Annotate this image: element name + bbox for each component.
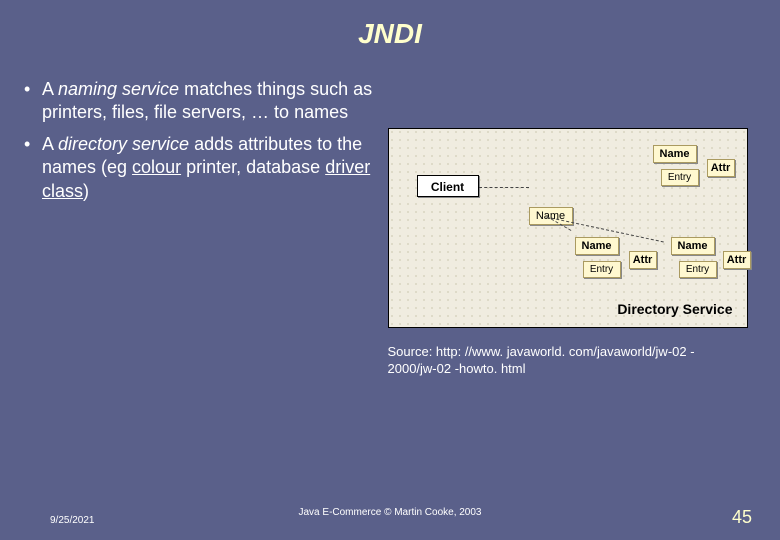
- text: A: [42, 79, 58, 99]
- content-row: A naming service matches things such as …: [0, 78, 780, 378]
- name-box: Name: [671, 237, 715, 255]
- footer-date: 9/25/2021: [50, 515, 95, 526]
- service-label: Directory Service: [617, 301, 732, 317]
- underlined-colour: colour: [132, 157, 181, 177]
- entry-box: Entry: [583, 261, 621, 278]
- name-box: Name: [653, 145, 697, 163]
- source-citation: Source: http: //www. javaworld. com/java…: [388, 344, 748, 378]
- entry-box: Entry: [679, 261, 717, 278]
- attr-box: Attr: [723, 251, 751, 269]
- bullet-item-1: A naming service matches things such as …: [20, 78, 385, 125]
- source-line: Source: http: //www. javaworld. com/java…: [388, 344, 695, 359]
- attr-box: Attr: [629, 251, 657, 269]
- diagram-column: Client Name Entry Attr Name Name Entry A…: [385, 78, 750, 378]
- source-line: 2000/jw-02 -howto. html: [388, 361, 526, 376]
- text: A: [42, 134, 58, 154]
- footer: 9/25/2021 Java E-Commerce © Martin Cooke…: [0, 507, 780, 528]
- entry-box: Entry: [661, 169, 699, 186]
- page-number: 45: [732, 507, 752, 528]
- term-directory-service: directory service: [58, 134, 189, 154]
- text: ): [83, 181, 89, 201]
- connector-line: [479, 187, 529, 188]
- bullet-list: A naming service matches things such as …: [20, 78, 385, 378]
- footer-copyright: Java E-Commerce © Martin Cooke, 2003: [299, 507, 482, 518]
- text: printer, database: [181, 157, 325, 177]
- page-title: JNDI: [0, 0, 780, 50]
- attr-box: Attr: [707, 159, 735, 177]
- name-box: Name: [575, 237, 619, 255]
- bullet-item-2: A directory service adds attributes to t…: [20, 133, 385, 203]
- term-naming-service: naming service: [58, 79, 179, 99]
- client-box: Client: [417, 175, 479, 197]
- name-label: Name: [529, 207, 573, 225]
- directory-service-diagram: Client Name Entry Attr Name Name Entry A…: [388, 128, 748, 328]
